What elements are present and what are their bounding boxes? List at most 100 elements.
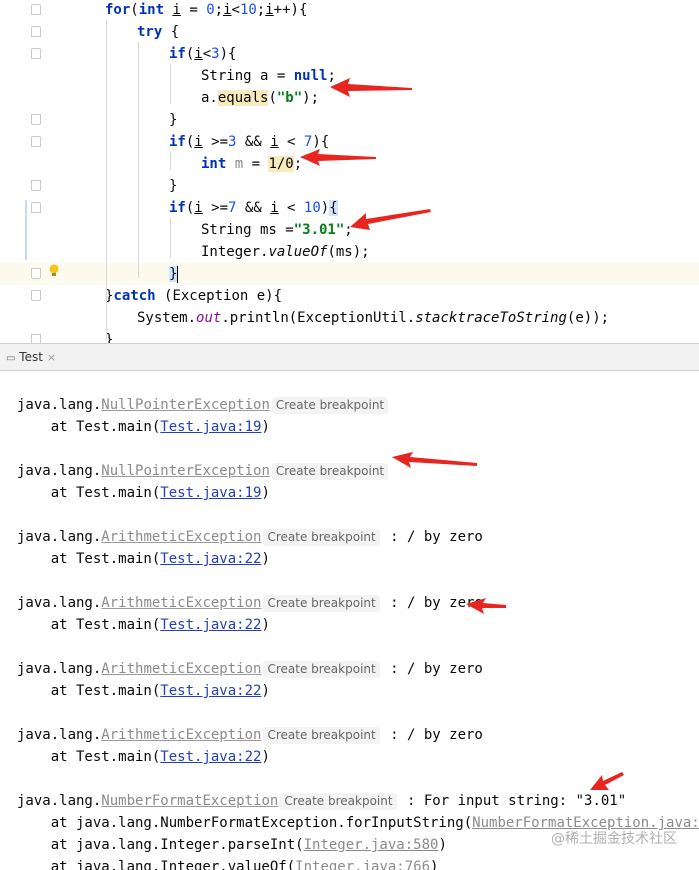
exception-message: : / by zero bbox=[381, 661, 483, 677]
code-token: 0 bbox=[206, 2, 215, 18]
code-token: >= bbox=[202, 200, 229, 216]
fold-marker-icon[interactable] bbox=[31, 26, 41, 37]
code-token: i bbox=[223, 2, 232, 18]
stack-frame-text: at Test.main( bbox=[17, 749, 161, 765]
code-line[interactable]: } bbox=[0, 175, 699, 197]
source-link[interactable]: Test.java:22 bbox=[160, 749, 261, 765]
code-line[interactable]: } bbox=[0, 263, 699, 285]
stack-frame-end: ) bbox=[430, 859, 439, 870]
stack-frame-text: at Test.main( bbox=[17, 683, 161, 699]
code-line[interactable]: if(i<3){ bbox=[0, 43, 699, 65]
source-link[interactable]: Test.java:19 bbox=[160, 419, 261, 435]
create-breakpoint-button[interactable]: Create breakpoint bbox=[263, 595, 380, 612]
lightbulb-icon[interactable] bbox=[48, 264, 60, 278]
exception-package: java.lang. bbox=[17, 529, 102, 545]
create-breakpoint-button[interactable]: Create breakpoint bbox=[263, 661, 380, 678]
code-token: out bbox=[196, 310, 222, 326]
code-token: if bbox=[169, 46, 186, 62]
source-link[interactable]: Integer.java:580 bbox=[304, 837, 439, 853]
exception-class: ArithmeticException bbox=[101, 529, 262, 545]
exception-class: ArithmeticException bbox=[101, 727, 262, 743]
code-token: { bbox=[329, 200, 338, 216]
code-token: int bbox=[138, 2, 173, 18]
stack-frame-end: ) bbox=[261, 419, 270, 435]
console-line: at java.lang.Integer.parseInt(Integer.ja… bbox=[17, 834, 447, 856]
source-link[interactable]: Test.java:22 bbox=[160, 617, 261, 633]
close-icon[interactable]: × bbox=[47, 351, 56, 364]
code-token: i bbox=[270, 134, 279, 150]
code-line[interactable]: String a = null; bbox=[0, 65, 699, 87]
code-token: if bbox=[169, 200, 186, 216]
code-token: ; bbox=[327, 68, 336, 84]
indent-guide bbox=[106, 20, 107, 340]
stack-frame-text: at java.lang.NumberFormatException.forIn… bbox=[17, 815, 473, 831]
code-line[interactable]: } bbox=[0, 109, 699, 131]
code-line[interactable]: String ms ="3.01"; bbox=[0, 219, 699, 241]
tab-test[interactable]: ▭ Test × bbox=[0, 344, 62, 371]
code-token: .println(ExceptionUtil. bbox=[221, 310, 416, 326]
fold-marker-icon[interactable] bbox=[31, 48, 41, 59]
code-token: (Exception e){ bbox=[155, 288, 283, 304]
code-token: ; bbox=[256, 2, 266, 18]
code-token: "3.01" bbox=[293, 222, 345, 238]
exception-package: java.lang. bbox=[17, 661, 102, 677]
code-line[interactable]: System.out.println(ExceptionUtil.stacktr… bbox=[0, 307, 699, 329]
code-line[interactable]: try { bbox=[0, 21, 699, 43]
code-token: i bbox=[270, 200, 279, 216]
console-line: java.lang.NullPointerException Create bre… bbox=[17, 460, 390, 482]
code-token: Integer. bbox=[201, 244, 269, 260]
code-line[interactable]: } bbox=[0, 329, 699, 343]
code-token: ); bbox=[302, 90, 320, 106]
code-token: ( bbox=[130, 2, 139, 18]
fold-marker-icon[interactable] bbox=[31, 136, 41, 147]
code-token: String a = bbox=[201, 68, 294, 84]
fold-marker-icon[interactable] bbox=[31, 180, 41, 191]
source-link[interactable]: Integer.java:766 bbox=[295, 859, 430, 870]
stack-frame-text: at Test.main( bbox=[17, 551, 161, 567]
code-token: < bbox=[278, 200, 304, 216]
create-breakpoint-button[interactable]: Create breakpoint bbox=[263, 529, 380, 546]
code-token: "b" bbox=[276, 90, 303, 106]
fold-marker-icon[interactable] bbox=[31, 114, 41, 125]
code-token: 10 bbox=[303, 200, 321, 216]
indent-guide bbox=[170, 64, 171, 104]
code-token: try bbox=[137, 24, 163, 40]
create-breakpoint-button[interactable]: Create breakpoint bbox=[280, 793, 397, 810]
create-breakpoint-button[interactable]: Create breakpoint bbox=[271, 463, 389, 480]
code-line[interactable]: if(i >=7 && i < 10){ bbox=[0, 197, 699, 219]
code-token: String ms = bbox=[201, 222, 294, 238]
code-token: if bbox=[169, 134, 186, 150]
exception-package: java.lang. bbox=[17, 463, 102, 479]
code-line[interactable]: if(i >=3 && i < 7){ bbox=[0, 131, 699, 153]
code-token: < bbox=[202, 46, 212, 62]
code-token: stacktraceToString bbox=[415, 310, 567, 326]
console-line: java.lang.ArithmeticException Create brea… bbox=[17, 592, 483, 614]
source-link[interactable]: Test.java:22 bbox=[160, 551, 261, 567]
tab-test-label: Test bbox=[19, 350, 43, 364]
fold-marker-icon[interactable] bbox=[31, 290, 41, 301]
code-line[interactable]: }catch (Exception e){ bbox=[0, 285, 699, 307]
console-line: at java.lang.Integer.valueOf(Integer.jav… bbox=[17, 856, 439, 870]
source-link[interactable]: Test.java:22 bbox=[160, 683, 261, 699]
create-breakpoint-button[interactable]: Create breakpoint bbox=[263, 727, 380, 744]
indent-guide bbox=[170, 218, 171, 258]
fold-marker-icon[interactable] bbox=[31, 202, 41, 213]
fold-marker-icon[interactable] bbox=[31, 268, 41, 279]
fold-marker-icon[interactable] bbox=[31, 4, 41, 15]
stack-frame-end: ) bbox=[261, 683, 270, 699]
create-breakpoint-button[interactable]: Create breakpoint bbox=[271, 397, 389, 414]
code-token: i bbox=[194, 200, 203, 216]
code-token: ++){ bbox=[273, 2, 308, 18]
fold-marker-icon[interactable] bbox=[31, 334, 41, 343]
code-token: ; bbox=[344, 222, 353, 238]
code-line[interactable]: int m = 1/0; bbox=[0, 153, 699, 175]
code-line[interactable]: for(int i = 0;i<10;i++){ bbox=[0, 0, 699, 21]
code-line[interactable]: Integer.valueOf(ms); bbox=[0, 241, 699, 263]
exception-class: NumberFormatException bbox=[101, 793, 279, 809]
code-token: i bbox=[265, 2, 274, 18]
source-link[interactable]: Test.java:19 bbox=[160, 485, 261, 501]
code-editor[interactable]: for(int i = 0;i<10;i++){try {if(i<3){Str… bbox=[0, 0, 699, 343]
code-line[interactable]: a.equals("b"); bbox=[0, 87, 699, 109]
stack-frame-text: at Test.main( bbox=[17, 419, 161, 435]
console-output[interactable]: java.lang.NullPointerException Create bre… bbox=[0, 371, 699, 870]
